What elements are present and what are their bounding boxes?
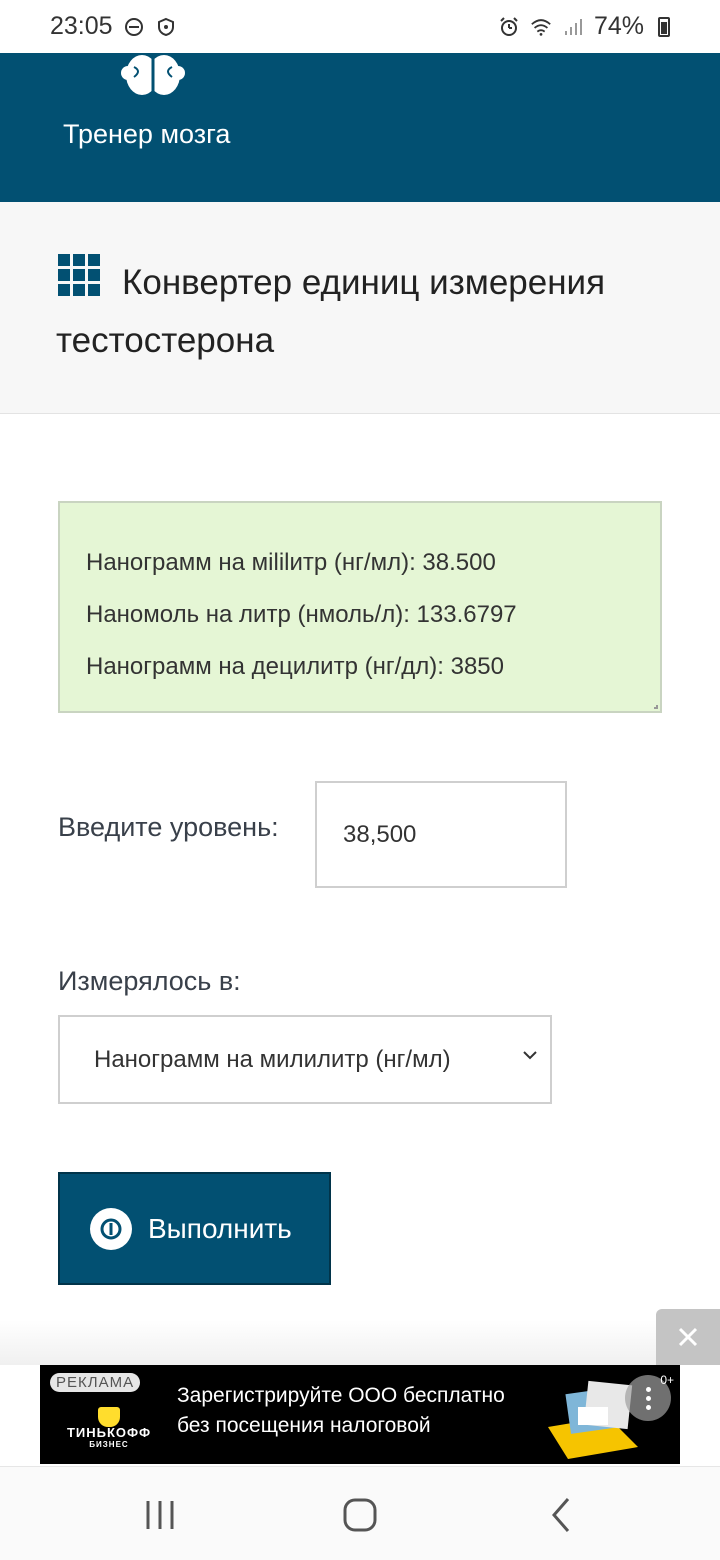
run-button[interactable]: Выполнить — [58, 1172, 331, 1285]
home-icon[interactable] — [340, 1495, 380, 1535]
result-nmol-l: Наномоль на литр (нмоль/л): 133.6797 — [86, 601, 517, 628]
back-icon[interactable] — [542, 1495, 582, 1535]
ad-text: Зарегистрируйте ООО бесплатно без посеще… — [177, 1381, 505, 1441]
result-box[interactable]: Нанограмм на мililитр (нг/мл): 38.500 На… — [58, 501, 662, 713]
power-icon — [90, 1207, 132, 1250]
signal-icon — [562, 16, 584, 38]
ad-brand: ТИНЬКОФФ — [66, 1425, 152, 1440]
ad-text-line1: Зарегистрируйте ООО бесплатно — [177, 1384, 505, 1407]
ad-shield-icon — [98, 1407, 120, 1427]
vpn-shield-icon — [155, 16, 177, 38]
recent-apps-icon[interactable] — [140, 1495, 180, 1535]
resize-handle-icon[interactable] — [654, 705, 658, 709]
title-section: Конвертер единиц измерения тестостерона — [0, 202, 720, 414]
status-right: 74% — [498, 12, 670, 41]
wifi-icon — [530, 16, 552, 38]
ad-brand-sub: БИЗНЕС — [89, 1440, 129, 1449]
ad-text-line2: без посещения налоговой — [177, 1414, 431, 1437]
do-not-disturb-icon — [123, 16, 145, 38]
level-input[interactable] — [315, 781, 567, 888]
ad-fade — [0, 1320, 656, 1365]
unit-select-value: Нанограмм на милилитр (нг/мл) — [94, 1045, 451, 1073]
result-ng-dl: Нанограмм на децилитр (нг/дл): 3850 — [86, 653, 504, 680]
measured-label: Измерялось в: — [58, 966, 241, 996]
battery-percent: 74% — [593, 12, 644, 40]
nav-bar — [0, 1466, 720, 1560]
battery-icon — [658, 16, 670, 37]
ad-banner[interactable]: ТИНЬКОФФ БИЗНЕС РЕКЛАМА Зарегистрируйте … — [40, 1365, 680, 1464]
page-title: Конвертер единиц измерения тестостерона — [56, 263, 606, 360]
app-header: Тренер мозга — [0, 53, 720, 202]
ad-age: 0+ — [660, 1373, 674, 1387]
run-button-label: Выполнить — [148, 1212, 292, 1244]
unit-select[interactable]: Нанограмм на милилитр (нг/мл) — [58, 1015, 552, 1104]
status-left: 23:05 — [50, 12, 177, 41]
status-bar: 23:05 74% — [0, 0, 720, 53]
brain-icon[interactable] — [120, 53, 186, 99]
app-title[interactable]: Тренер мозга — [63, 119, 230, 150]
status-time: 23:05 — [50, 12, 113, 40]
level-label: Введите уровень: — [58, 812, 279, 842]
chevron-down-icon — [523, 1051, 537, 1060]
ad-tag: РЕКЛАМА — [50, 1373, 141, 1392]
result-ng-ml: Нанограмм на мililитр (нг/мл): 38.500 — [86, 549, 496, 576]
alarm-icon — [498, 16, 520, 38]
ad-close-button[interactable] — [656, 1309, 720, 1365]
ad-logo: ТИНЬКОФФ БИЗНЕС — [46, 1407, 172, 1457]
close-icon — [678, 1327, 698, 1347]
